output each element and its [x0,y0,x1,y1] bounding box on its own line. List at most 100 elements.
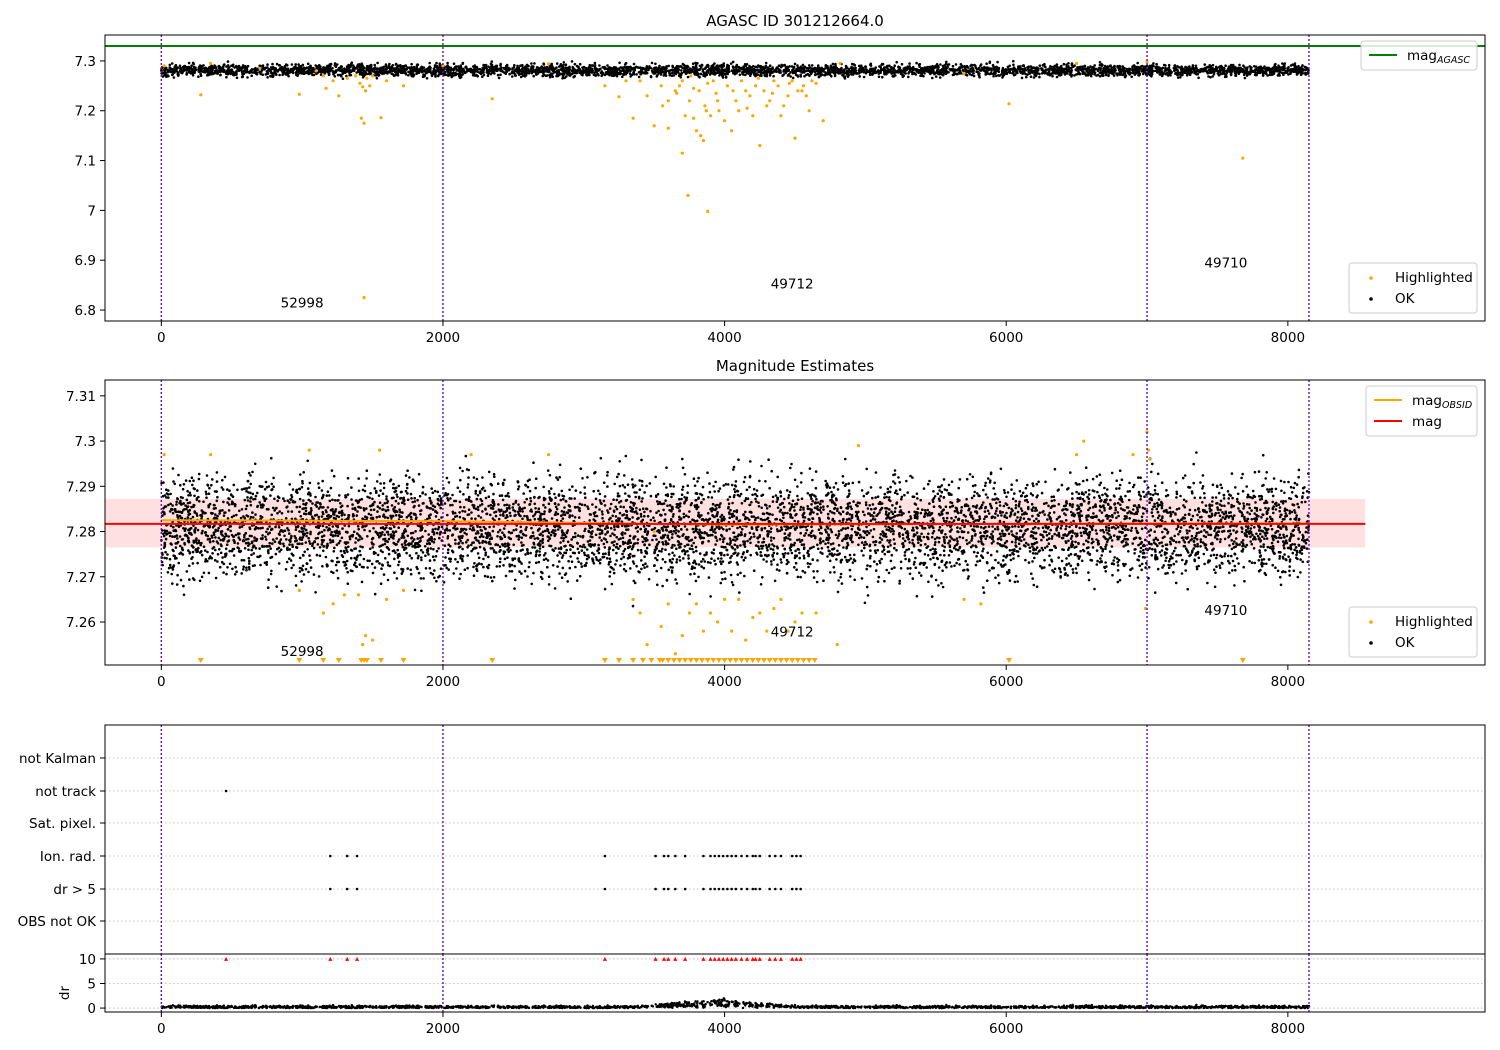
ok-point [730,581,734,584]
ok-point [784,71,787,75]
ok-point [871,69,874,72]
ok-point [1170,71,1173,75]
ok-point [394,62,398,66]
ok-point [864,65,867,68]
ok-point [776,475,779,479]
ok-point [541,74,544,78]
ok-point [920,66,924,70]
ok-point [360,537,364,540]
ok-point [836,488,840,491]
ok-point [715,526,718,529]
ok-point [781,74,784,77]
legend-top-right: magAGASC [1360,40,1478,71]
ok-point [795,568,798,571]
ok-point [668,69,671,72]
highlighted-point [361,85,365,89]
ok-point [1133,552,1136,555]
ok-point [892,72,896,75]
ok-point [920,72,924,76]
ok-point [200,67,204,70]
ok-point [785,571,789,575]
ok-point [883,66,886,69]
ok-point [1091,67,1094,71]
ok-point [651,71,654,74]
ok-point [1245,68,1249,72]
ok-point [661,547,664,551]
ok-point [542,63,546,66]
ok-point [628,72,632,75]
ok-point [1070,63,1074,67]
highlighted-point [666,126,670,130]
highlighted-point [683,114,687,118]
ok-point [712,72,715,75]
ok-point [561,77,564,80]
ok-point [795,67,798,71]
ok-point [237,69,241,72]
highlighted-point [731,89,735,93]
ok-point [971,67,975,70]
highlighted-point [772,79,776,83]
ok-point [379,489,382,492]
highlighted-point [814,81,818,85]
ok-point [973,63,976,67]
ok-point [487,555,490,559]
ok-point [796,64,799,67]
ok-point [565,67,568,70]
ok-point [466,554,470,557]
ok-point [1160,541,1163,544]
ok-point [603,495,607,498]
ok-point [198,65,201,69]
ok-point [1176,65,1179,68]
ok-point [572,75,575,79]
ok-point [1095,532,1098,535]
ok-point [413,69,417,73]
ok-point [1183,70,1186,73]
ok-point [326,66,329,69]
ok-point [869,519,873,522]
ok-point [885,495,888,499]
ok-point [1278,74,1281,77]
ok-point [843,71,846,74]
ok-point [333,546,336,550]
ok-point [1100,64,1103,68]
axes-title: AGASC ID 301212664.0 [706,12,884,30]
ok-point [1263,65,1266,68]
ok-point [404,543,407,547]
ok-point [673,69,676,72]
ok-point [379,482,382,485]
ok-point [281,70,285,74]
ok-point [979,69,983,72]
ok-point [740,555,744,559]
ok-point [361,64,364,67]
highlighted-point [659,84,663,88]
ok-point [632,62,636,66]
ok-point [1243,76,1247,80]
ok-point [936,71,940,74]
ok-point [490,65,494,68]
ok-point [566,70,569,73]
ok-point [283,65,287,68]
ok-point [716,64,719,67]
ok-point [1037,480,1040,484]
ok-point [581,70,585,74]
ok-point [1199,496,1202,500]
legend-label-subscript: AGASC [1436,55,1470,66]
ok-point [369,64,372,67]
ok-point [1254,68,1257,71]
ok-point [774,69,777,72]
ok-point [280,66,283,69]
ok-point [904,557,907,561]
ok-point [239,66,242,69]
ok-point [816,64,820,67]
ok-point [649,518,653,522]
ok-point [1264,67,1267,71]
ok-point [400,543,404,546]
ok-point [862,75,866,79]
ok-point [1269,67,1273,71]
ok-point [979,526,983,529]
ok-point [261,68,264,72]
ok-point [1053,70,1056,73]
ok-point [732,71,735,75]
ok-point [1109,70,1113,73]
ok-point [649,66,653,70]
